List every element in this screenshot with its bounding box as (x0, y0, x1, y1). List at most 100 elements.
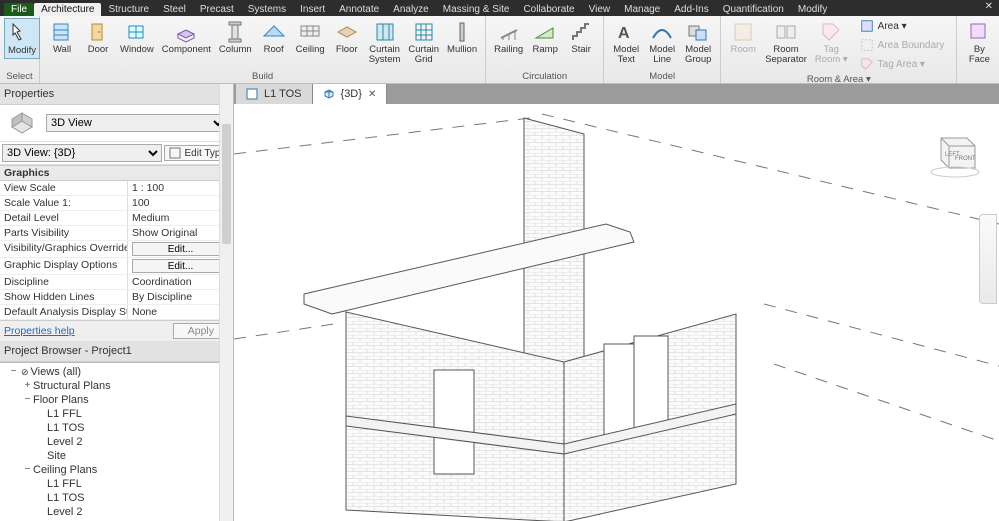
tree-label: L1 FFL (47, 407, 82, 421)
tree-node[interactable]: Site (0, 449, 233, 463)
ribbon-help-close[interactable]: ✕ (985, 1, 993, 12)
property-edit-button[interactable]: Edit... (132, 259, 229, 273)
mullion-button[interactable]: Mullion (443, 18, 481, 57)
tab-modify[interactable]: Modify (791, 3, 834, 16)
wall-button[interactable]: Wall (44, 18, 80, 57)
tab-quantification[interactable]: Quantification (716, 3, 791, 16)
property-row[interactable]: Detail LevelMedium (0, 211, 233, 226)
door-button[interactable]: Door (80, 18, 116, 57)
floor-button[interactable]: Floor (329, 18, 365, 57)
tab-addins[interactable]: Add-Ins (667, 3, 715, 16)
property-row[interactable]: Show Hidden LinesBy Discipline (0, 290, 233, 305)
railing-button[interactable]: Railing (490, 18, 527, 57)
wall-label: Wall (53, 45, 71, 55)
property-key: Discipline (0, 275, 128, 289)
model-canvas[interactable] (234, 104, 999, 521)
tab-insert[interactable]: Insert (293, 3, 332, 16)
collapse-icon[interactable]: − (22, 393, 33, 407)
properties-help-link[interactable]: Properties help (4, 325, 75, 337)
property-row[interactable]: View Scale1 : 100 (0, 181, 233, 196)
collapse-icon[interactable]: − (22, 463, 33, 477)
property-value[interactable]: 1 : 100 (128, 181, 233, 195)
tab-structure[interactable]: Structure (101, 3, 156, 16)
room-separator-button[interactable]: Room Separator (761, 18, 811, 67)
tree-node[interactable]: −Ceiling Plans (0, 463, 233, 477)
tab-precast[interactable]: Precast (193, 3, 241, 16)
tree-node[interactable]: L1 FFL (0, 477, 233, 491)
tab-architecture[interactable]: Architecture (34, 3, 101, 16)
ceiling-button[interactable]: Ceiling (292, 18, 329, 57)
tab-file[interactable]: File (4, 3, 34, 16)
room-label: Room (731, 45, 756, 55)
tab-systems[interactable]: Systems (241, 3, 293, 16)
navigation-bar[interactable] (979, 214, 997, 304)
tree-node[interactable]: −Floor Plans (0, 393, 233, 407)
project-browser[interactable]: −⊘Views (all)+Structural Plans−Floor Pla… (0, 362, 233, 521)
ramp-button[interactable]: Ramp (527, 18, 563, 57)
collapse-icon[interactable]: − (8, 365, 19, 379)
tree-node[interactable]: −⊘Views (all) (0, 365, 233, 379)
property-row[interactable]: Default Analysis Display StyleNone (0, 305, 233, 320)
property-value[interactable]: Edit... (128, 241, 233, 257)
modify-button[interactable]: Modify (4, 18, 40, 59)
property-value[interactable]: None (128, 305, 233, 319)
property-value[interactable]: By Discipline (128, 290, 233, 304)
property-edit-button[interactable]: Edit... (132, 242, 229, 256)
tree-node[interactable]: L1 FFL (0, 407, 233, 421)
tab-view[interactable]: View (582, 3, 618, 16)
tab-analyze[interactable]: Analyze (386, 3, 436, 16)
tree-node[interactable]: Level 2 (0, 435, 233, 449)
component-button[interactable]: Component (158, 18, 215, 57)
property-value[interactable]: Coordination (128, 275, 233, 289)
area-button[interactable]: Area ▾ (856, 18, 949, 35)
tab-massing-site[interactable]: Massing & Site (436, 3, 517, 16)
property-row[interactable]: Scale Value 1:100 (0, 196, 233, 211)
scrollbar-vertical[interactable] (219, 362, 233, 521)
select-group-title[interactable]: Select ▾ (4, 70, 35, 83)
tree-node[interactable]: L1 TOS (0, 421, 233, 435)
tab-collaborate[interactable]: Collaborate (516, 3, 581, 16)
model-line-button[interactable]: Model Line (644, 18, 680, 67)
tag-room-button[interactable]: Tag Room ▾ (811, 18, 852, 67)
tree-node[interactable]: L1 TOS (0, 491, 233, 505)
property-row[interactable]: Graphic Display OptionsEdit... (0, 258, 233, 275)
property-key: Parts Visibility (0, 226, 128, 240)
expand-icon[interactable]: + (22, 379, 33, 393)
tree-node[interactable]: +Structural Plans (0, 379, 233, 393)
3d-viewport[interactable]: LEFT FRONT (234, 104, 999, 521)
viewcube[interactable]: LEFT FRONT (927, 124, 981, 178)
tree-label: Site (47, 449, 66, 463)
tag-area-button[interactable]: Tag Area ▾ (856, 56, 949, 73)
property-value[interactable]: 100 (128, 196, 233, 210)
roof-button[interactable]: Roof (256, 18, 292, 57)
tab-manage[interactable]: Manage (617, 3, 667, 16)
stair-button[interactable]: Stair (563, 18, 599, 57)
property-value[interactable]: Show Original (128, 226, 233, 240)
tab-steel[interactable]: Steel (156, 3, 193, 16)
room-area-group-title[interactable]: Room & Area ▾ (725, 73, 952, 85)
model-text-button[interactable]: AModel Text (608, 18, 644, 67)
doctab-3d[interactable]: {3D} ✕ (313, 84, 388, 104)
tree-node[interactable]: Level 2 (0, 505, 233, 519)
by-face-button[interactable]: By Face (961, 18, 997, 67)
property-value[interactable]: Edit... (128, 258, 233, 274)
doctab-l1tos[interactable]: L1 TOS (236, 84, 313, 104)
column-button[interactable]: Column (215, 18, 256, 57)
tab-annotate[interactable]: Annotate (332, 3, 386, 16)
property-value[interactable]: Medium (128, 211, 233, 225)
window-button[interactable]: Window (116, 18, 158, 57)
property-row[interactable]: DisciplineCoordination (0, 275, 233, 290)
view-selector[interactable]: 3D View: {3D} (2, 144, 162, 162)
properties-section-graphics[interactable]: Graphics⌃ (0, 165, 233, 181)
curtain-grid-button[interactable]: Curtain Grid (404, 18, 443, 67)
model-group-button[interactable]: Model Group (680, 18, 716, 67)
column-label: Column (219, 45, 252, 55)
room-button[interactable]: Room (725, 18, 761, 57)
curtain-system-button[interactable]: Curtain System (365, 18, 405, 67)
doctab-close-icon[interactable]: ✕ (368, 89, 376, 100)
property-row[interactable]: Visibility/Graphics OverridesEdit... (0, 241, 233, 258)
property-row[interactable]: Parts VisibilityShow Original (0, 226, 233, 241)
property-key: Default Analysis Display Style (0, 305, 128, 319)
properties-type-select[interactable]: 3D View (46, 114, 227, 132)
area-boundary-button[interactable]: Area Boundary (856, 37, 949, 54)
